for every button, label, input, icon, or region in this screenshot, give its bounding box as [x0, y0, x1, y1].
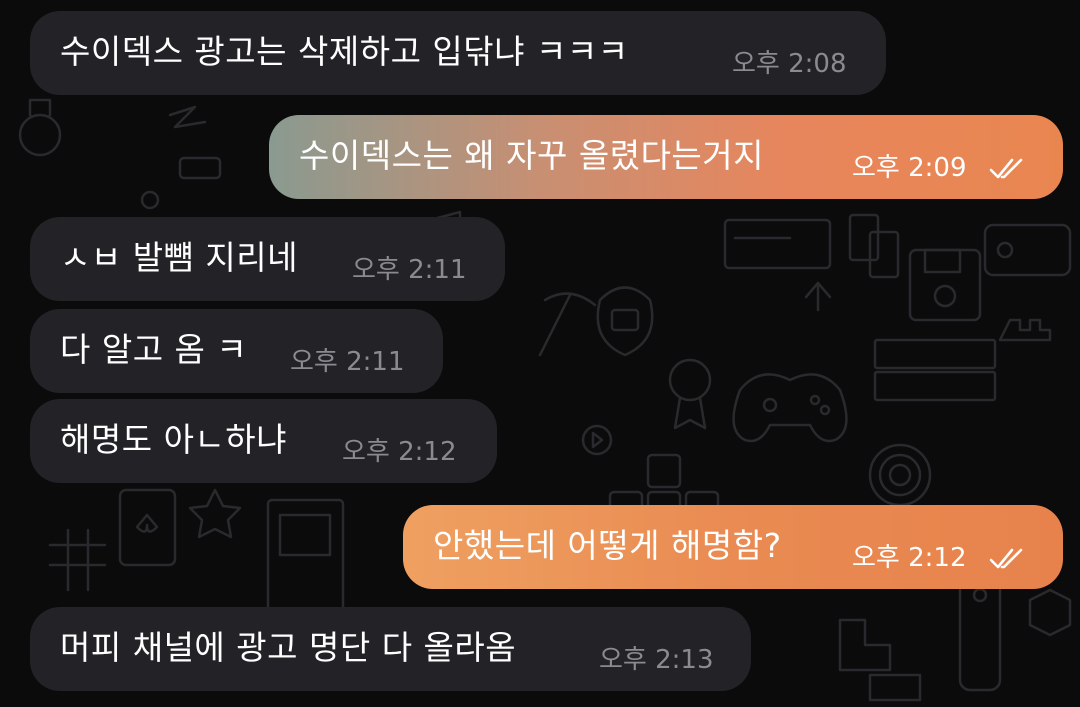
message-time: 오후 2:11 — [352, 255, 467, 285]
message-bubble-outgoing[interactable]: 수이덱스는 왜 자꾸 올렸다는거지 오후 2:09 — [269, 115, 1063, 199]
message-bubble-incoming[interactable]: 해명도 아ㄴ하냐 오후 2:12 — [30, 399, 497, 483]
message-time: 오후 2:12 — [342, 437, 457, 467]
message-time: 오후 2:08 — [732, 49, 847, 79]
message-time: 오후 2:12 — [852, 543, 967, 573]
message-bubble-incoming[interactable]: 수이덱스 광고는 삭제하고 입닦냐 ㅋㅋㅋ 오후 2:08 — [30, 11, 886, 95]
message-text: ㅅㅂ 발뻄 지리네 — [60, 238, 298, 277]
message-time: 오후 2:09 — [852, 153, 967, 183]
message-text: 다 알고 옴 ㅋ — [60, 330, 248, 369]
message-text: 안했는데 어떻게 해명함? — [433, 526, 782, 565]
message-time: 오후 2:13 — [599, 645, 714, 675]
message-time: 오후 2:11 — [290, 347, 405, 377]
double-check-icon — [989, 548, 1023, 569]
double-check-icon — [989, 158, 1023, 179]
message-bubble-incoming[interactable]: 다 알고 옴 ㅋ 오후 2:11 — [30, 309, 443, 393]
message-text: 수이덱스 광고는 삭제하고 입닦냐 ㅋㅋㅋ — [60, 32, 629, 71]
message-text: 머피 채널에 광고 명단 다 올라옴 — [60, 628, 517, 667]
message-bubble-incoming[interactable]: ㅅㅂ 발뻄 지리네 오후 2:11 — [30, 217, 505, 301]
chat-message-list[interactable]: 수이덱스 광고는 삭제하고 입닦냐 ㅋㅋㅋ 오후 2:08 수이덱스는 왜 자꾸… — [0, 0, 1080, 707]
message-text: 해명도 아ㄴ하냐 — [60, 420, 288, 459]
message-text: 수이덱스는 왜 자꾸 올렸다는거지 — [299, 136, 765, 175]
message-bubble-outgoing[interactable]: 안했는데 어떻게 해명함? 오후 2:12 — [403, 505, 1063, 589]
message-bubble-incoming[interactable]: 머피 채널에 광고 명단 다 올라옴 오후 2:13 — [30, 607, 751, 691]
